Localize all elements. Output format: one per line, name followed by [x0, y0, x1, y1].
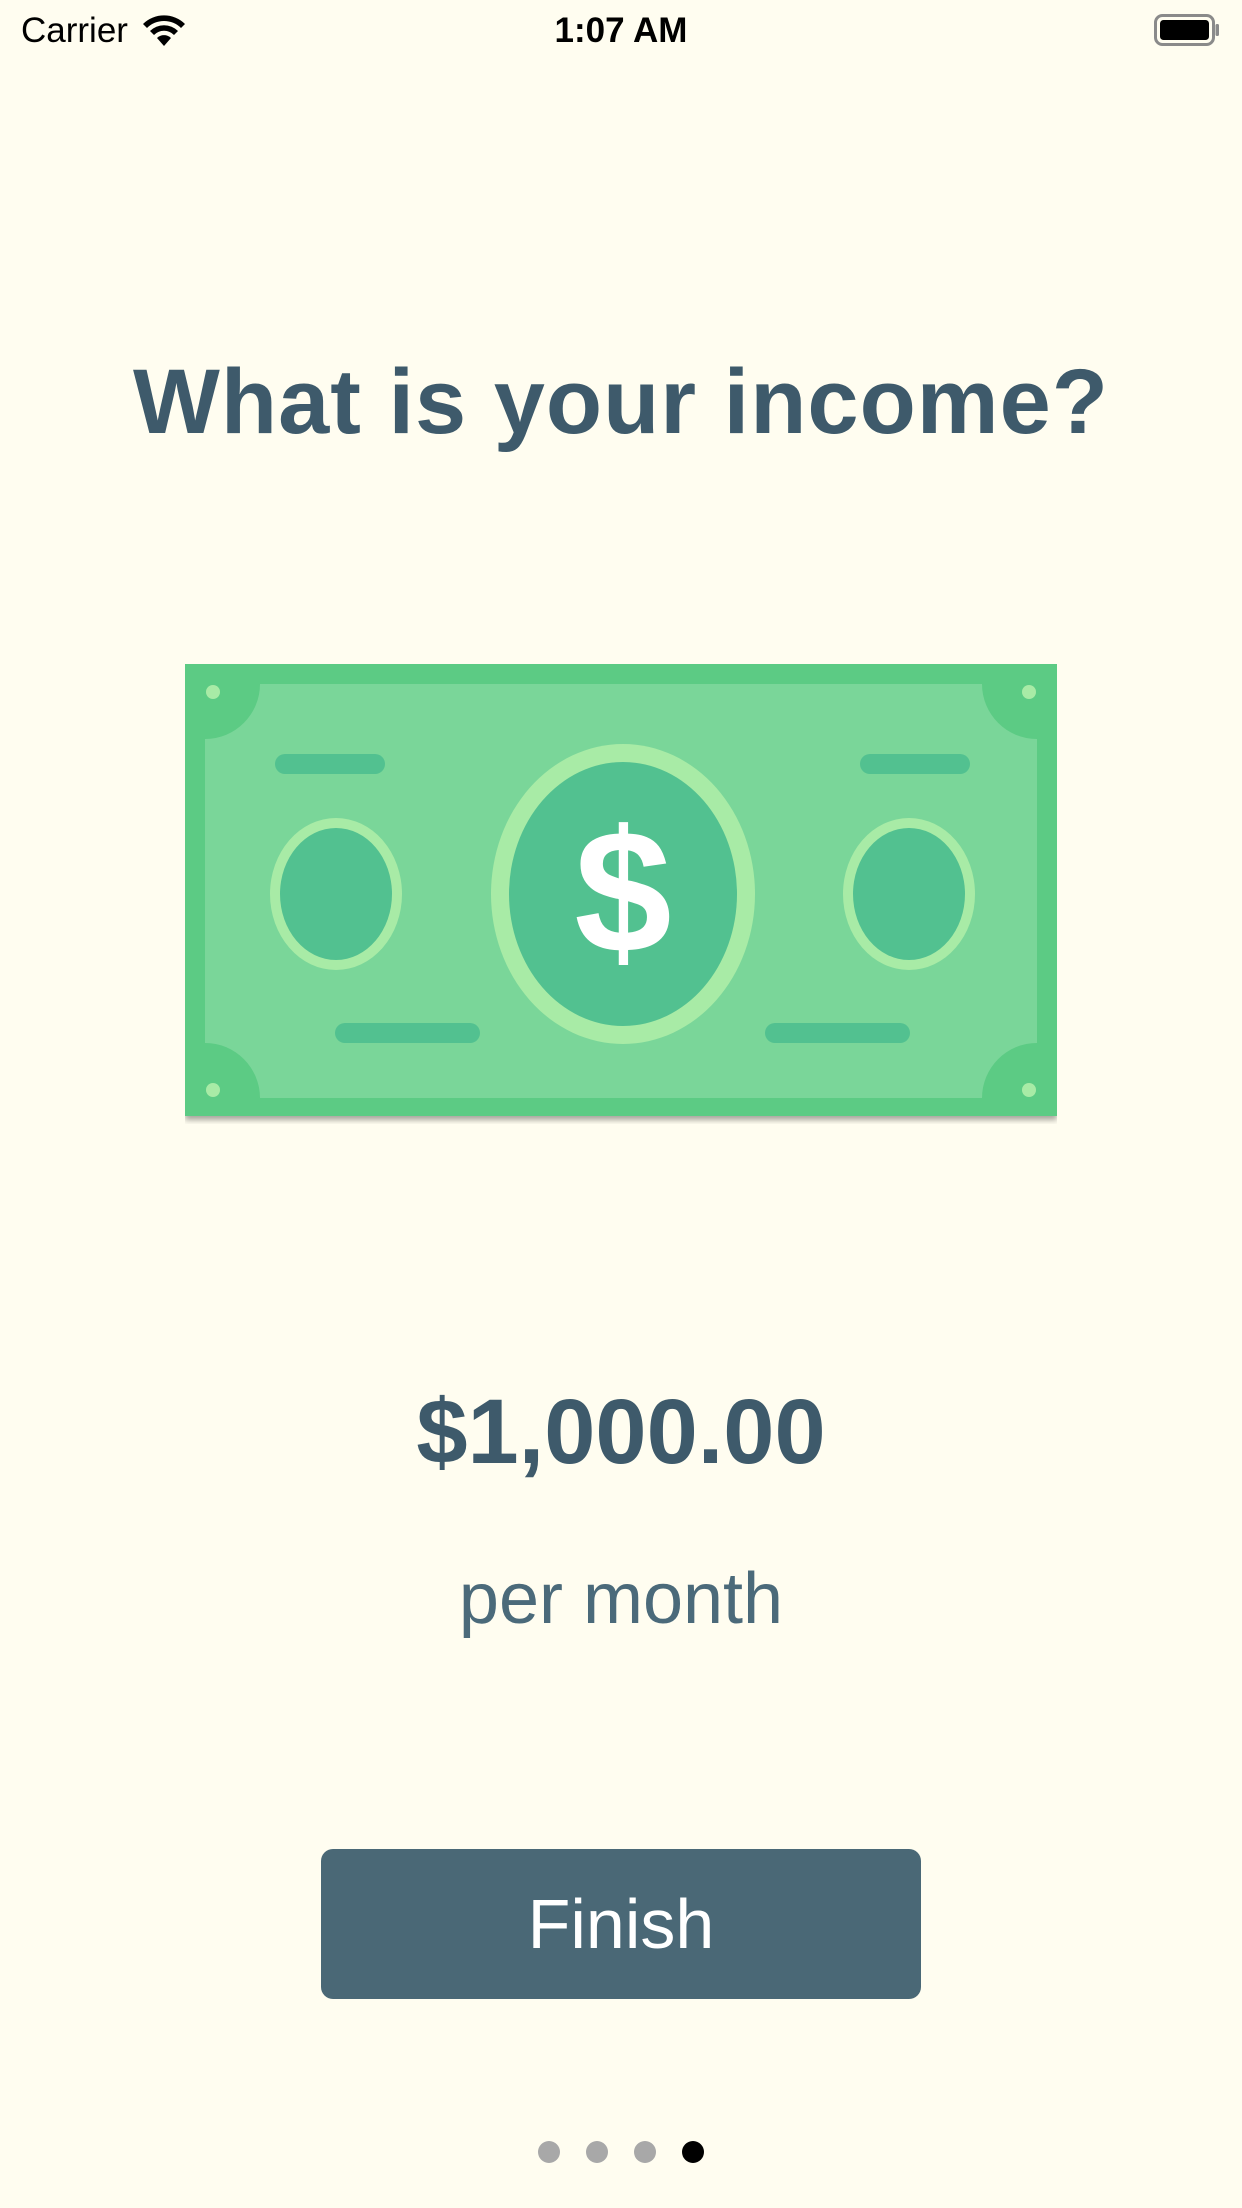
status-time: 1:07 AM	[554, 11, 688, 50]
dollar-symbol: $	[574, 795, 671, 990]
page-dot-2[interactable]	[586, 2141, 608, 2163]
finish-button[interactable]: Finish	[321, 1849, 921, 1999]
dollar-bill-icon: $	[185, 664, 1057, 1116]
page-dot-4-active[interactable]	[682, 2141, 704, 2163]
battery-icon	[1154, 14, 1219, 46]
income-amount[interactable]: $1,000.00	[0, 1380, 1242, 1485]
page-indicator[interactable]	[0, 2141, 1242, 2163]
status-bar: Carrier 1:07 AM	[0, 0, 1242, 62]
page-dot-1[interactable]	[538, 2141, 560, 2163]
page-dot-3[interactable]	[634, 2141, 656, 2163]
page-title: What is your income?	[133, 351, 1109, 453]
income-period[interactable]: per month	[0, 1558, 1242, 1640]
